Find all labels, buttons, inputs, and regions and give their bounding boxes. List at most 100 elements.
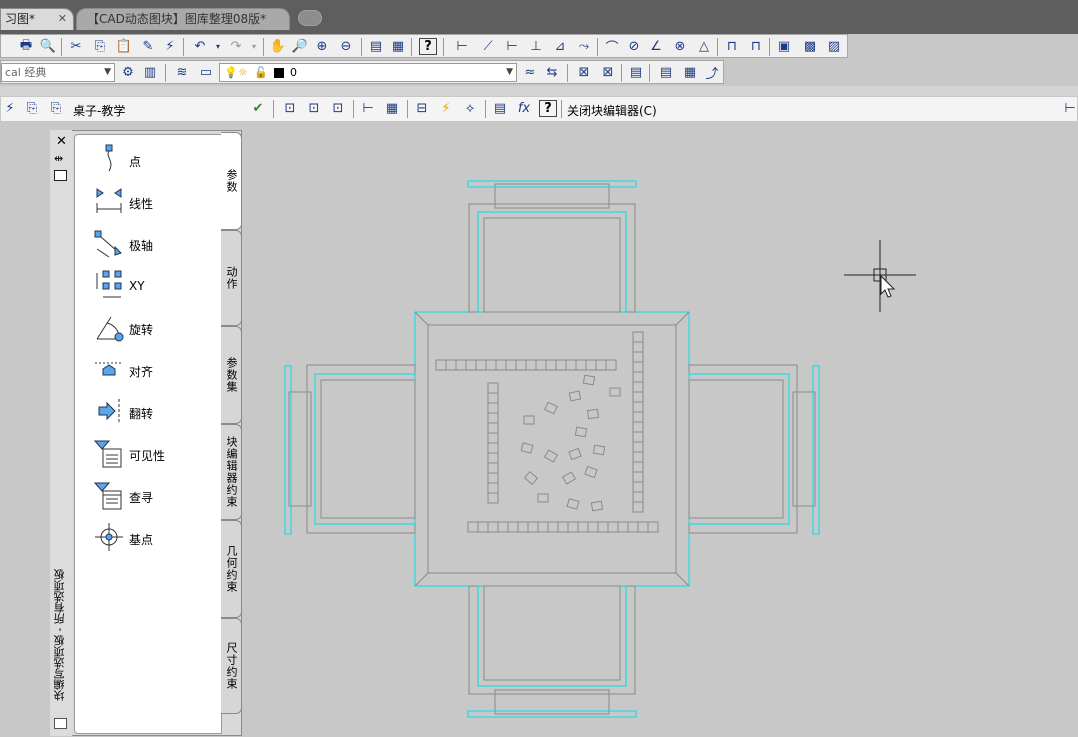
linear-dim-icon[interactable]: ⊢ (453, 38, 471, 55)
diameter-icon[interactable]: ⊘ (625, 38, 643, 55)
param-xy[interactable]: XY (93, 269, 221, 305)
param-point[interactable]: 点 (93, 143, 221, 179)
edit-block-icon[interactable]: ⚡ (1, 100, 19, 117)
tab-actions[interactable]: 动作 (221, 230, 242, 326)
rotation-param-icon (96, 316, 124, 342)
pan-icon[interactable]: ✋ (269, 38, 287, 55)
continue-icon[interactable]: ⊓ (747, 38, 765, 55)
workspace-select[interactable]: cal 经典 ▼ (1, 63, 115, 82)
tab-active-drawing[interactable]: 习图* ✕ (0, 8, 74, 30)
properties-icon[interactable] (54, 170, 67, 181)
palette-menu-icon[interactable] (54, 718, 67, 729)
match-properties-icon[interactable]: ✎ (139, 38, 157, 55)
zoom-realtime-icon[interactable]: 🔎 (291, 38, 309, 55)
layer-select[interactable]: 💡 ☼ 🔓 0 ▼ (219, 63, 517, 82)
undo-icon[interactable]: ↶ (191, 38, 209, 55)
show-constraints-icon[interactable]: ⊡ (305, 100, 323, 117)
paste-icon[interactable]: 📋 (115, 38, 133, 55)
baseline-icon[interactable]: ⊓ (723, 38, 741, 55)
tab-geometric-constraints[interactable]: 几何约束 (221, 520, 242, 618)
separator (717, 38, 718, 56)
fx-icon[interactable]: fx (515, 100, 533, 117)
drawing-canvas[interactable] (244, 124, 1078, 737)
param-flip[interactable]: 翻转 (93, 395, 221, 431)
layer-walk-icon[interactable]: ▤ (627, 64, 645, 81)
help-icon[interactable]: ? (539, 100, 557, 117)
tile (627, 521, 639, 533)
arc-icon[interactable]: ⌒ (603, 38, 621, 56)
layer-lock-icon[interactable]: ⤴ (703, 64, 721, 82)
center-mark-icon[interactable]: ⊗ (671, 38, 689, 55)
param-basepoint[interactable]: 基点 (93, 521, 221, 557)
tab-block-constraints-label: 块编辑器约束 (225, 436, 238, 508)
separator (561, 100, 562, 118)
help-icon[interactable]: ? (419, 38, 437, 55)
cut-icon[interactable]: ✂ (67, 38, 85, 55)
redo-dropdown-icon[interactable]: ▾ (245, 38, 263, 55)
ordinate-icon[interactable]: ⊥ (527, 38, 545, 55)
param-linear[interactable]: 线性 (93, 185, 221, 221)
palette-title: 块编写选项板 - 所有选项板 (50, 560, 70, 710)
unisolate-icon[interactable]: ⊠ (599, 64, 617, 81)
undo-dropdown-icon[interactable]: ▾ (209, 38, 227, 55)
define-attribute-icon[interactable]: ▤ (491, 100, 509, 117)
properties-icon[interactable]: ▤ (367, 38, 385, 55)
tile (632, 371, 644, 383)
param-visibility[interactable]: 可见性 (93, 437, 221, 473)
tab-parameters[interactable]: 参数 (221, 132, 242, 230)
tab-block-constraints[interactable]: 块编辑器约束 (221, 424, 242, 520)
zoom-previous-icon[interactable]: ⊖ (337, 38, 355, 55)
chevron-down-icon: ▼ (506, 67, 513, 77)
tab-dimensional-constraints[interactable]: 尺寸约束 (221, 618, 242, 714)
make-current-icon[interactable]: ≈ (521, 64, 539, 81)
radius-icon[interactable]: ⊿ (551, 38, 569, 55)
tab-parameter-sets[interactable]: 参数集 (221, 326, 242, 424)
param-icon[interactable]: ⊢ (359, 100, 377, 117)
tolerance-icon[interactable]: ▣ (775, 38, 793, 55)
calculator-icon[interactable]: ▦ (389, 38, 407, 55)
isolate-icon[interactable]: ⊠ (575, 64, 593, 81)
angle-icon[interactable]: △ (695, 38, 713, 55)
tile (597, 521, 609, 533)
autohide-icon[interactable]: ⇹ (54, 152, 63, 165)
tag-icon[interactable]: ⟡ (461, 100, 479, 117)
qdim-icon[interactable]: ▩ (801, 38, 819, 55)
param-lookup[interactable]: 查寻 (93, 479, 221, 515)
aligned-dim-icon[interactable]: ⟋ (479, 38, 497, 55)
save-block-as-icon[interactable]: ⎘ (47, 100, 65, 117)
test-block-icon[interactable]: ✔ (249, 100, 267, 117)
close-block-editor-button[interactable]: 关闭块编辑器(C) (567, 102, 657, 119)
workspace-icon[interactable]: ▥ (141, 64, 159, 81)
param-alignment[interactable]: 对齐 (93, 353, 221, 389)
print-icon[interactable]: 🖶 (17, 38, 35, 55)
zoom-window-icon[interactable]: ⊕ (313, 38, 331, 55)
param-rotation[interactable]: 旋转 (93, 311, 221, 347)
action-icon[interactable]: ⚡ (437, 100, 455, 117)
copy-icon[interactable]: ⎘ (91, 38, 109, 55)
save-block-icon[interactable]: ⎘ (23, 100, 41, 117)
print-preview-icon[interactable]: 🔍 (39, 38, 57, 55)
basepoint-param-icon (95, 523, 123, 551)
layer-off-icon[interactable]: ▦ (681, 64, 699, 81)
tab-library-drawing[interactable]: 【CAD动态图块】图库整理08版* (76, 8, 290, 30)
layer-freeze-icon[interactable]: ▤ (657, 64, 675, 81)
layer-previous-icon[interactable]: ⇆ (543, 64, 561, 81)
new-tab-button[interactable] (298, 10, 322, 26)
arc-length-icon[interactable]: ⊢ (503, 38, 521, 55)
angular-icon[interactable]: ∠ (647, 38, 665, 55)
attribute-icon[interactable]: ⊟ (413, 100, 431, 117)
jogged-icon[interactable]: ⤳ (575, 38, 593, 55)
close-tab-icon[interactable]: ✕ (58, 9, 67, 29)
layer-state-icon[interactable]: ▭ (197, 64, 215, 81)
layer-manager-icon[interactable]: ≋ (173, 64, 191, 81)
toolbar-grip-icon[interactable]: ⊢ (1061, 100, 1078, 117)
close-icon[interactable]: ✕ (56, 134, 67, 149)
dim-style-icon[interactable]: ▨ (825, 38, 843, 55)
auto-constrain-icon[interactable]: ⊡ (281, 100, 299, 117)
gear-icon[interactable]: ⚙ (119, 64, 137, 81)
block-editor-icon[interactable]: ⚡ (161, 38, 179, 55)
param-polar[interactable]: 极轴 (93, 227, 221, 263)
redo-icon[interactable]: ↷ (227, 38, 245, 55)
block-table-icon[interactable]: ▦ (383, 100, 401, 117)
hide-constraints-icon[interactable]: ⊡ (329, 100, 347, 117)
